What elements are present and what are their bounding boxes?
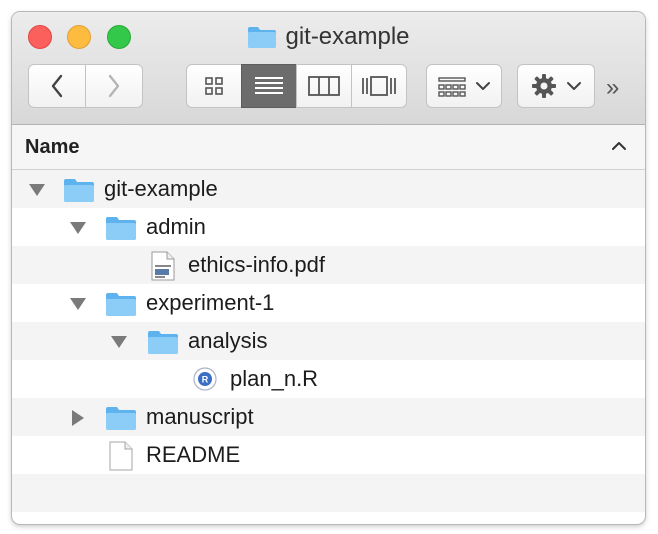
- item-name: ethics-info.pdf: [188, 252, 325, 277]
- view-mode-selector: [186, 64, 407, 108]
- list-item[interactable]: README: [12, 436, 645, 474]
- column-view-icon: [308, 76, 340, 96]
- arrange-grid-icon: [438, 77, 466, 97]
- list-item[interactable]: manuscript: [12, 398, 645, 436]
- gear-icon: [532, 74, 556, 98]
- window-title-text: git-example: [285, 23, 410, 50]
- text-file-icon: [109, 441, 133, 471]
- item-name: README: [146, 442, 241, 467]
- toolbar-overflow-button[interactable]: »: [606, 74, 620, 102]
- folder-icon: [106, 407, 136, 430]
- empty-row: [12, 474, 645, 512]
- list-view-button[interactable]: [241, 64, 297, 108]
- item-name: analysis: [188, 328, 268, 353]
- item-name: experiment-1: [146, 290, 275, 315]
- list-item[interactable]: admin: [12, 208, 645, 246]
- folder-icon: [106, 293, 136, 316]
- cover-flow-icon: [362, 76, 396, 96]
- list-item[interactable]: ethics-info.pdf: [12, 246, 645, 284]
- sort-ascending-icon[interactable]: [610, 137, 628, 155]
- folder-icon: [64, 179, 94, 202]
- item-name: git-example: [104, 176, 218, 201]
- name-column-header[interactable]: Name: [25, 136, 79, 159]
- column-view-button[interactable]: [296, 64, 352, 108]
- disclosure-expanded-icon[interactable]: [28, 183, 46, 197]
- item-name: manuscript: [146, 404, 254, 429]
- back-button[interactable]: [28, 64, 86, 108]
- disclosure-expanded-icon[interactable]: [110, 335, 128, 349]
- folder-icon: [247, 25, 277, 57]
- r-badge-text: R: [202, 375, 209, 385]
- list-item[interactable]: experiment-1: [12, 284, 645, 322]
- folder-icon: [106, 217, 136, 240]
- chevron-down-icon: [476, 82, 490, 90]
- chevron-left-icon: [51, 74, 63, 98]
- chevron-down-icon: [567, 82, 581, 90]
- folder-icon: [148, 331, 178, 354]
- item-name: plan_n.R: [230, 366, 319, 391]
- disclosure-expanded-icon[interactable]: [69, 221, 87, 235]
- finder-window: git-example » Name git-example admin eth…: [12, 12, 645, 524]
- item-name: admin: [146, 214, 206, 239]
- icon-view-button[interactable]: [186, 64, 242, 108]
- disclosure-expanded-icon[interactable]: [69, 297, 87, 311]
- chevron-right-icon: [108, 74, 120, 98]
- window-title: git-example: [12, 22, 645, 52]
- forward-button[interactable]: [85, 64, 143, 108]
- action-button[interactable]: [517, 64, 595, 108]
- list-item[interactable]: git-example: [12, 170, 645, 208]
- r-script-file-icon: R: [193, 367, 217, 391]
- navigation-buttons: [28, 64, 144, 108]
- pdf-file-icon: [151, 251, 175, 281]
- cover-flow-view-button[interactable]: [351, 64, 407, 108]
- icon-view-icon: [205, 77, 223, 95]
- toolbar: git-example »: [12, 12, 645, 125]
- file-list: git-example admin ethics-info.pdf experi…: [12, 170, 645, 512]
- list-item[interactable]: R plan_n.R: [12, 360, 645, 398]
- list-view-icon: [255, 77, 283, 94]
- disclosure-collapsed-icon[interactable]: [71, 409, 85, 427]
- arrange-button[interactable]: [426, 64, 502, 108]
- list-item[interactable]: analysis: [12, 322, 645, 360]
- list-header: Name: [12, 125, 645, 170]
